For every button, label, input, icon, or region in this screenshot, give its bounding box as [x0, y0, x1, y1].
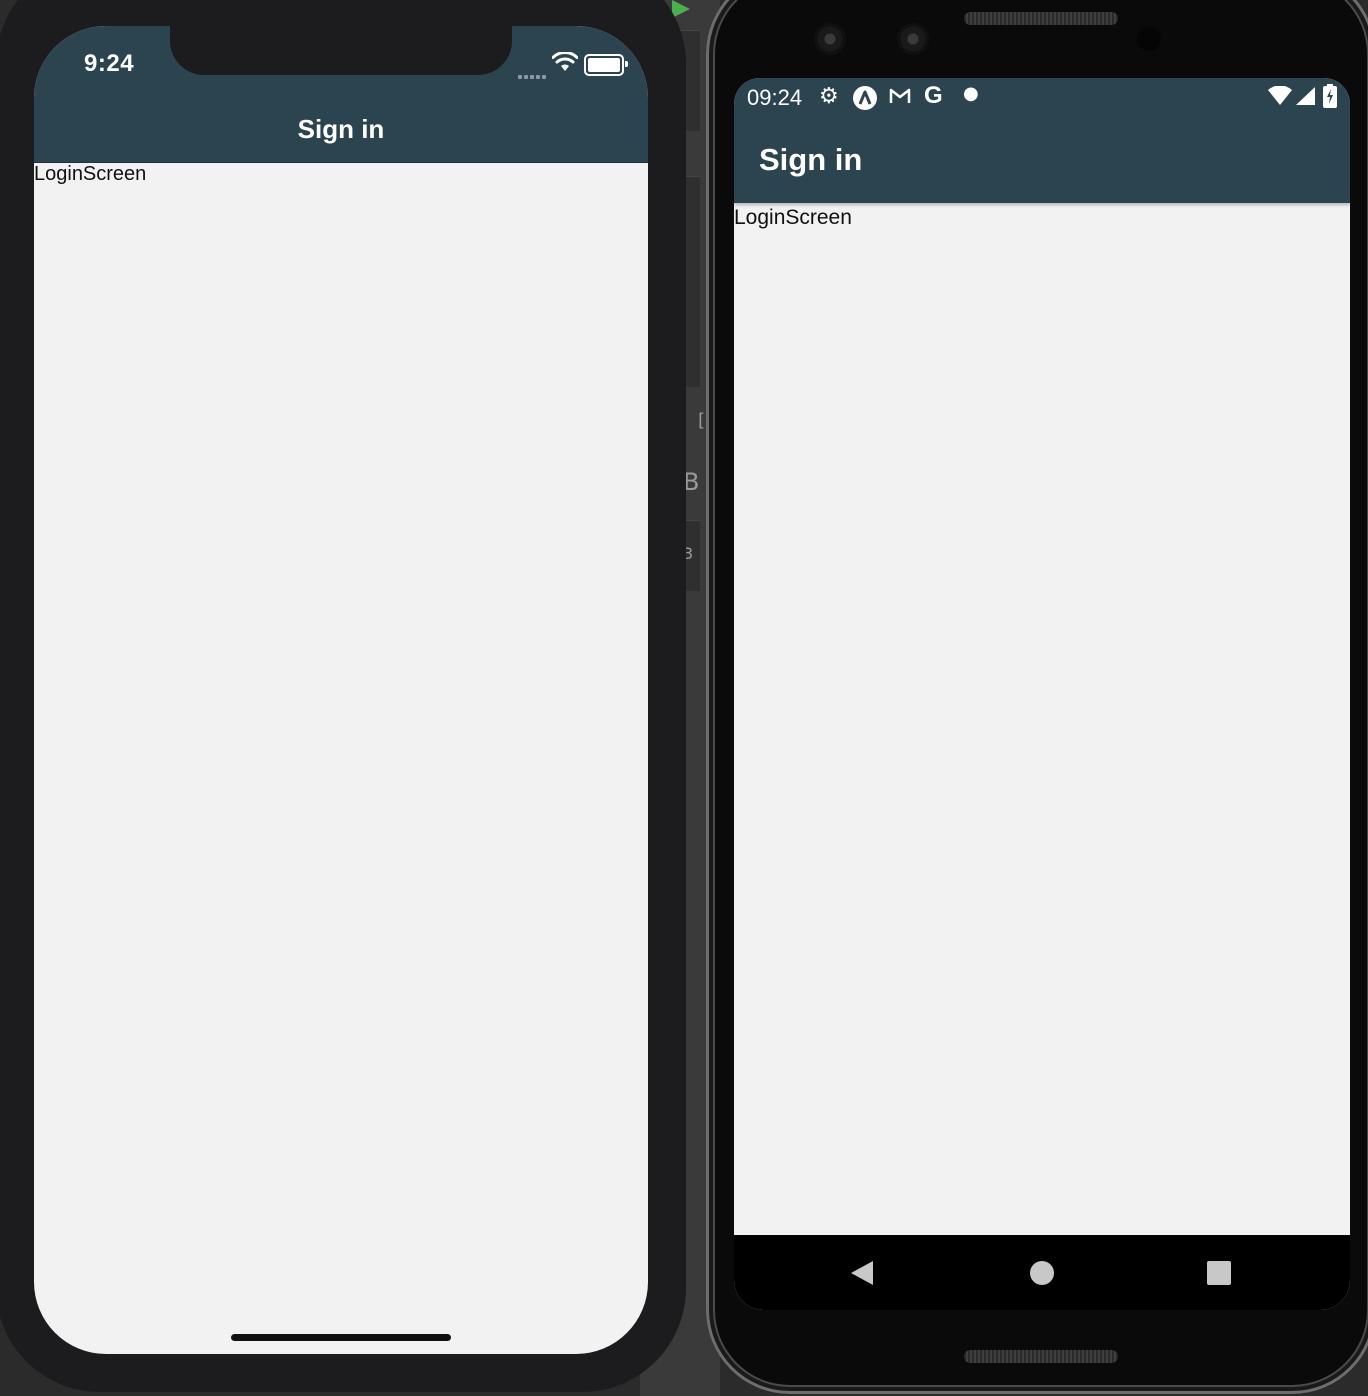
ios-navigation-header: 9:24 Sign in: [34, 26, 648, 163]
battery-icon: [584, 54, 628, 76]
android-status-bar: 09:24 ⚙ G ●: [734, 78, 1350, 118]
front-camera: [814, 23, 846, 55]
android-screen: 09:24 ⚙ G ● Sign in LoginScreen: [734, 78, 1350, 1310]
cell-signal-icon: [1294, 86, 1316, 113]
gmail-icon: [889, 86, 911, 113]
login-screen-text: LoginScreen: [34, 163, 147, 185]
top-speaker: [964, 12, 1118, 25]
angular-icon: [852, 85, 878, 118]
ide-glyph: [: [698, 410, 706, 431]
android-app-bar: Sign in: [734, 118, 1350, 203]
home-indicator[interactable]: [231, 1334, 451, 1341]
battery-charging-icon: [1323, 84, 1337, 115]
recents-button[interactable]: [1207, 1261, 1231, 1285]
wifi-icon: [551, 51, 579, 77]
ios-status-time: 9:24: [84, 50, 135, 77]
gear-icon: ⚙: [819, 84, 839, 109]
android-navigation-bar: [734, 1235, 1350, 1310]
android-app-bar-title: Sign in: [759, 142, 863, 177]
ios-notch: [170, 26, 512, 75]
dot-icon: ●: [963, 83, 979, 104]
back-button[interactable]: [851, 1261, 873, 1285]
ios-screen: 9:24 Sign in LoginScreen: [34, 26, 648, 1354]
bottom-speaker: [964, 1350, 1118, 1363]
android-status-time: 09:24: [747, 85, 803, 110]
login-screen-text: LoginScreen: [734, 206, 852, 229]
run-icon[interactable]: [672, 0, 690, 18]
cell-signal-icon: [518, 66, 548, 84]
google-icon: G: [924, 82, 943, 109]
wifi-icon: [1268, 85, 1292, 113]
home-button[interactable]: [1030, 1261, 1054, 1285]
ios-header-title: Sign in: [297, 114, 385, 144]
proximity-sensor: [1137, 27, 1161, 51]
front-camera: [897, 23, 929, 55]
